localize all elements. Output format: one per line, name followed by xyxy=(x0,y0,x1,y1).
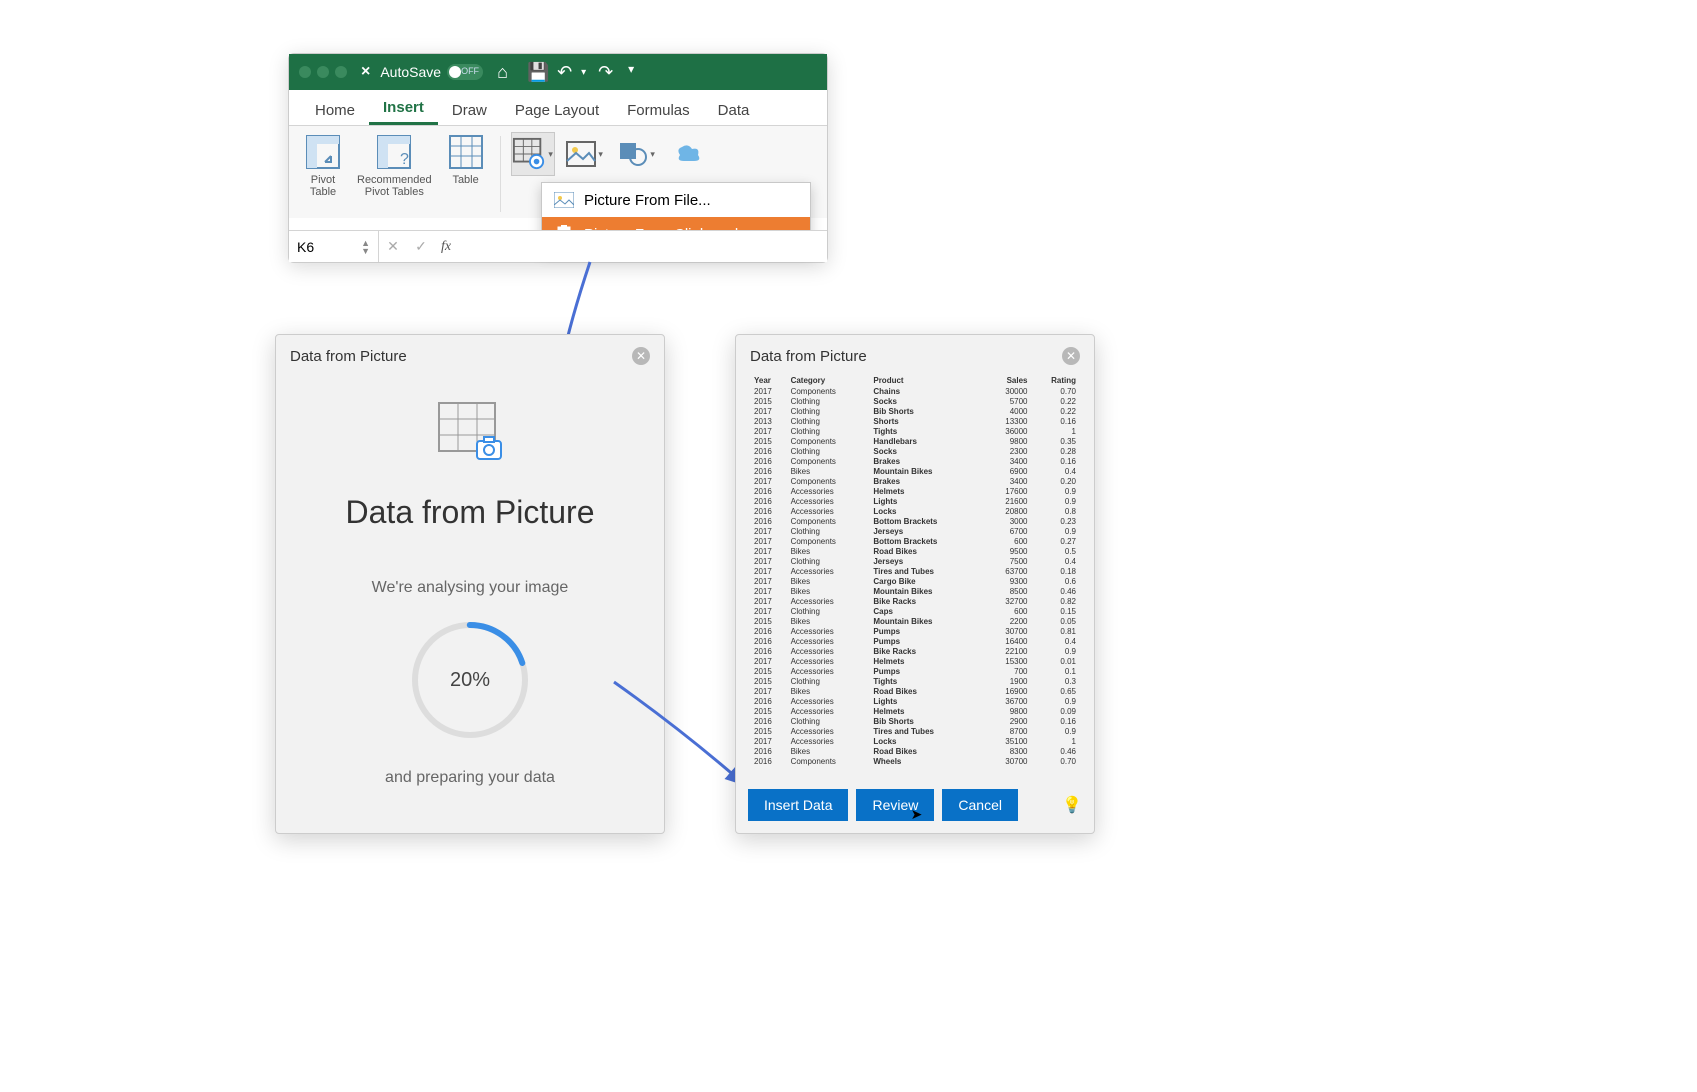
data-from-picture-button[interactable]: ▾ xyxy=(511,132,555,176)
window-traffic-lights[interactable] xyxy=(299,66,347,78)
fx-label[interactable]: fx xyxy=(435,239,457,255)
data-from-picture-icon xyxy=(435,401,505,470)
tab-draw[interactable]: Draw xyxy=(438,94,501,125)
excel-window: × AutoSave OFF ⌂ 💾 ↶ ▾ ↷ ▾ Home Insert Dr… xyxy=(288,53,828,263)
undo-icon[interactable]: ↶ xyxy=(557,63,575,81)
cancel-button[interactable]: Cancel xyxy=(942,789,1018,821)
illustrations-group: ▾ ▾ ▾ xyxy=(511,132,711,176)
close-icon[interactable]: ✕ xyxy=(632,347,650,365)
tab-page-layout[interactable]: Page Layout xyxy=(501,94,613,125)
svg-text:?: ? xyxy=(400,151,409,168)
review-panel: Data from Picture ✕ YearCategoryProductS… xyxy=(735,334,1095,834)
table-icon xyxy=(446,132,486,172)
table: YearCategoryProductSalesRating2017Compon… xyxy=(752,375,1078,766)
close-icon[interactable]: ✕ xyxy=(1062,347,1080,365)
review-button[interactable]: Review➤ xyxy=(856,789,934,821)
progress-panel: Data from Picture ✕ Data from Picture We… xyxy=(275,334,665,834)
progress-title: Data from Picture xyxy=(346,494,595,531)
redo-icon[interactable]: ↷ xyxy=(598,63,616,81)
recommended-pivot-icon: ? xyxy=(374,132,414,172)
progress-ring: 20% xyxy=(405,615,535,745)
ribbon-tabs: Home Insert Draw Page Layout Formulas Da… xyxy=(289,90,827,126)
review-footer: Insert Data Review➤ Cancel 💡 xyxy=(740,781,1090,829)
autosave-toggle[interactable]: AutoSave OFF xyxy=(380,64,483,80)
insert-data-button[interactable]: Insert Data xyxy=(748,789,848,821)
progress-status-1: We're analysing your image xyxy=(372,579,569,597)
tab-home[interactable]: Home xyxy=(301,94,369,125)
panel-title: Data from Picture xyxy=(290,348,407,365)
picture-file-icon xyxy=(554,191,574,209)
tab-insert[interactable]: Insert xyxy=(369,91,438,125)
cancel-formula-icon[interactable]: ✕ xyxy=(379,238,407,255)
home-icon[interactable]: ⌂ xyxy=(497,63,515,81)
panel-title: Data from Picture xyxy=(750,348,867,365)
recommended-pivot-button[interactable]: ? Recommended Pivot Tables xyxy=(353,132,436,198)
enter-formula-icon[interactable]: ✓ xyxy=(407,238,435,255)
tab-data[interactable]: Data xyxy=(704,94,764,125)
picture-from-file-item[interactable]: Picture From File... xyxy=(542,183,810,217)
progress-percent: 20% xyxy=(405,615,535,745)
save-icon[interactable]: 💾 xyxy=(527,63,545,81)
cursor-icon: ➤ xyxy=(911,806,923,823)
shapes-button[interactable]: ▾ xyxy=(615,132,659,176)
autosave-label: AutoSave xyxy=(380,64,441,80)
formula-bar: K6 ▲▼ ✕ ✓ fx xyxy=(289,230,827,262)
tab-formulas[interactable]: Formulas xyxy=(613,94,704,125)
pictures-button[interactable]: ▾ xyxy=(563,132,607,176)
quick-access-toolbar: ⌂ 💾 ↶▾ ↷ ▾ xyxy=(497,63,646,81)
name-box[interactable]: K6 ▲▼ xyxy=(289,231,379,262)
titlebar: × AutoSave OFF ⌂ 💾 ↶▾ ↷ ▾ xyxy=(289,54,827,90)
namebox-stepper[interactable]: ▲▼ xyxy=(361,239,370,255)
lightbulb-icon[interactable]: 💡 xyxy=(1062,795,1082,815)
customize-icon[interactable]: ▾ xyxy=(628,63,646,81)
pivot-table-icon xyxy=(303,132,343,172)
progress-status-2: and preparing your data xyxy=(385,769,555,787)
pivot-table-button[interactable]: Pivot Table xyxy=(299,132,347,198)
extracted-data-table[interactable]: YearCategoryProductSalesRating2017Compon… xyxy=(740,373,1090,781)
flow-arrow-2 xyxy=(612,680,752,805)
close-icon[interactable]: × xyxy=(361,63,370,81)
toggle-icon[interactable]: OFF xyxy=(447,64,483,80)
icons-button[interactable] xyxy=(667,132,711,176)
table-button[interactable]: Table xyxy=(442,132,490,186)
